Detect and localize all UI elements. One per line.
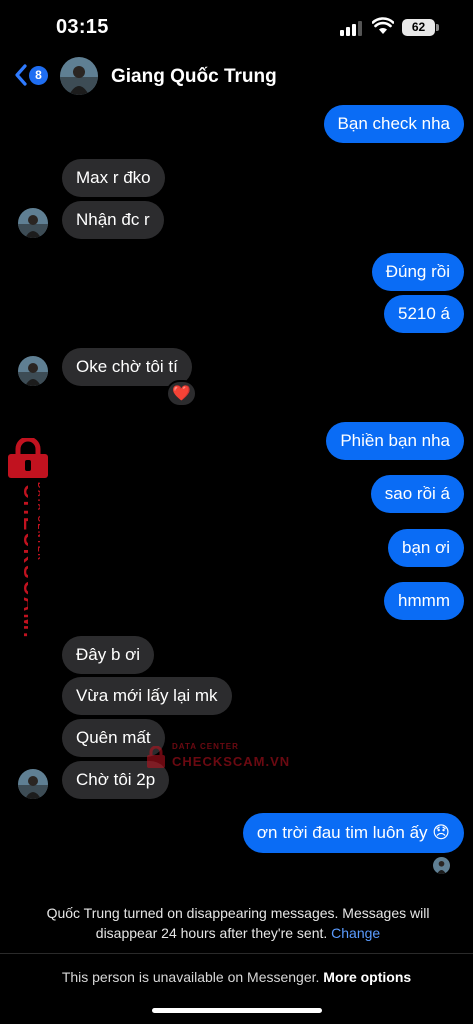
message-incoming[interactable]: Oke chờ tôi tí bbox=[62, 348, 192, 386]
message-incoming[interactable]: Đây b ơi bbox=[62, 636, 155, 674]
watermark-brand: CHECKSCAM.VN bbox=[19, 484, 28, 642]
disappearing-messages-notice: Quốc Trung turned on disappearing messag… bbox=[20, 903, 456, 943]
cellular-signal-icon bbox=[340, 20, 364, 36]
divider bbox=[0, 953, 473, 954]
watermark-subtitle: DATA CENTER bbox=[36, 482, 40, 561]
message-outgoing[interactable]: bạn ơi bbox=[387, 529, 464, 567]
message-incoming[interactable]: Nhận đc r bbox=[62, 201, 164, 239]
message-outgoing[interactable]: Đúng rồi bbox=[371, 253, 464, 291]
battery-icon bbox=[436, 24, 439, 31]
lock-logo-icon bbox=[8, 438, 48, 478]
sender-avatar bbox=[18, 769, 48, 799]
more-options-link[interactable]: More options bbox=[323, 969, 411, 985]
heart-reaction-icon[interactable]: ❤️ bbox=[166, 380, 197, 407]
lock-logo-icon bbox=[147, 746, 165, 768]
contact-avatar[interactable] bbox=[60, 57, 98, 95]
status-time: 03:15 bbox=[56, 16, 109, 38]
wifi-icon bbox=[372, 17, 394, 34]
home-indicator[interactable] bbox=[152, 1008, 322, 1013]
message-outgoing[interactable]: ơn trời đau tim luôn ấy 😞 bbox=[242, 813, 464, 853]
message-outgoing[interactable]: sao rồi á bbox=[370, 475, 464, 513]
sender-avatar bbox=[18, 356, 48, 386]
unavailable-text: This person is unavailable on Messenger. bbox=[61, 969, 320, 985]
message-incoming[interactable]: Vừa mới lấy lại mk bbox=[62, 677, 232, 715]
message-outgoing[interactable]: Bạn check nha bbox=[323, 105, 464, 143]
unread-count-badge[interactable]: 8 bbox=[29, 66, 48, 85]
svg-text:CHECKSCAM.VN: CHECKSCAM.VN bbox=[19, 484, 28, 642]
watermark-subtitle: DATA CENTER bbox=[172, 742, 239, 751]
message-incoming[interactable]: Max r đko bbox=[62, 159, 165, 197]
back-chevron-icon[interactable] bbox=[14, 64, 28, 86]
sender-avatar bbox=[18, 208, 48, 238]
message-outgoing[interactable]: hmmm bbox=[384, 582, 464, 620]
contact-name[interactable]: Giang Quốc Trung bbox=[111, 66, 277, 88]
svg-text:DATA CENTER: DATA CENTER bbox=[36, 482, 40, 561]
read-receipt-avatar bbox=[433, 857, 450, 874]
watermark-brand: CHECKSCAM.VN bbox=[172, 754, 291, 769]
message-outgoing[interactable]: Phiền bạn nha bbox=[326, 422, 464, 460]
change-link[interactable]: Change bbox=[331, 925, 380, 941]
message-outgoing[interactable]: 5210 á bbox=[384, 295, 464, 333]
unavailable-banner: This person is unavailable on Messenger.… bbox=[0, 969, 473, 985]
battery-level: 62 bbox=[402, 19, 435, 36]
